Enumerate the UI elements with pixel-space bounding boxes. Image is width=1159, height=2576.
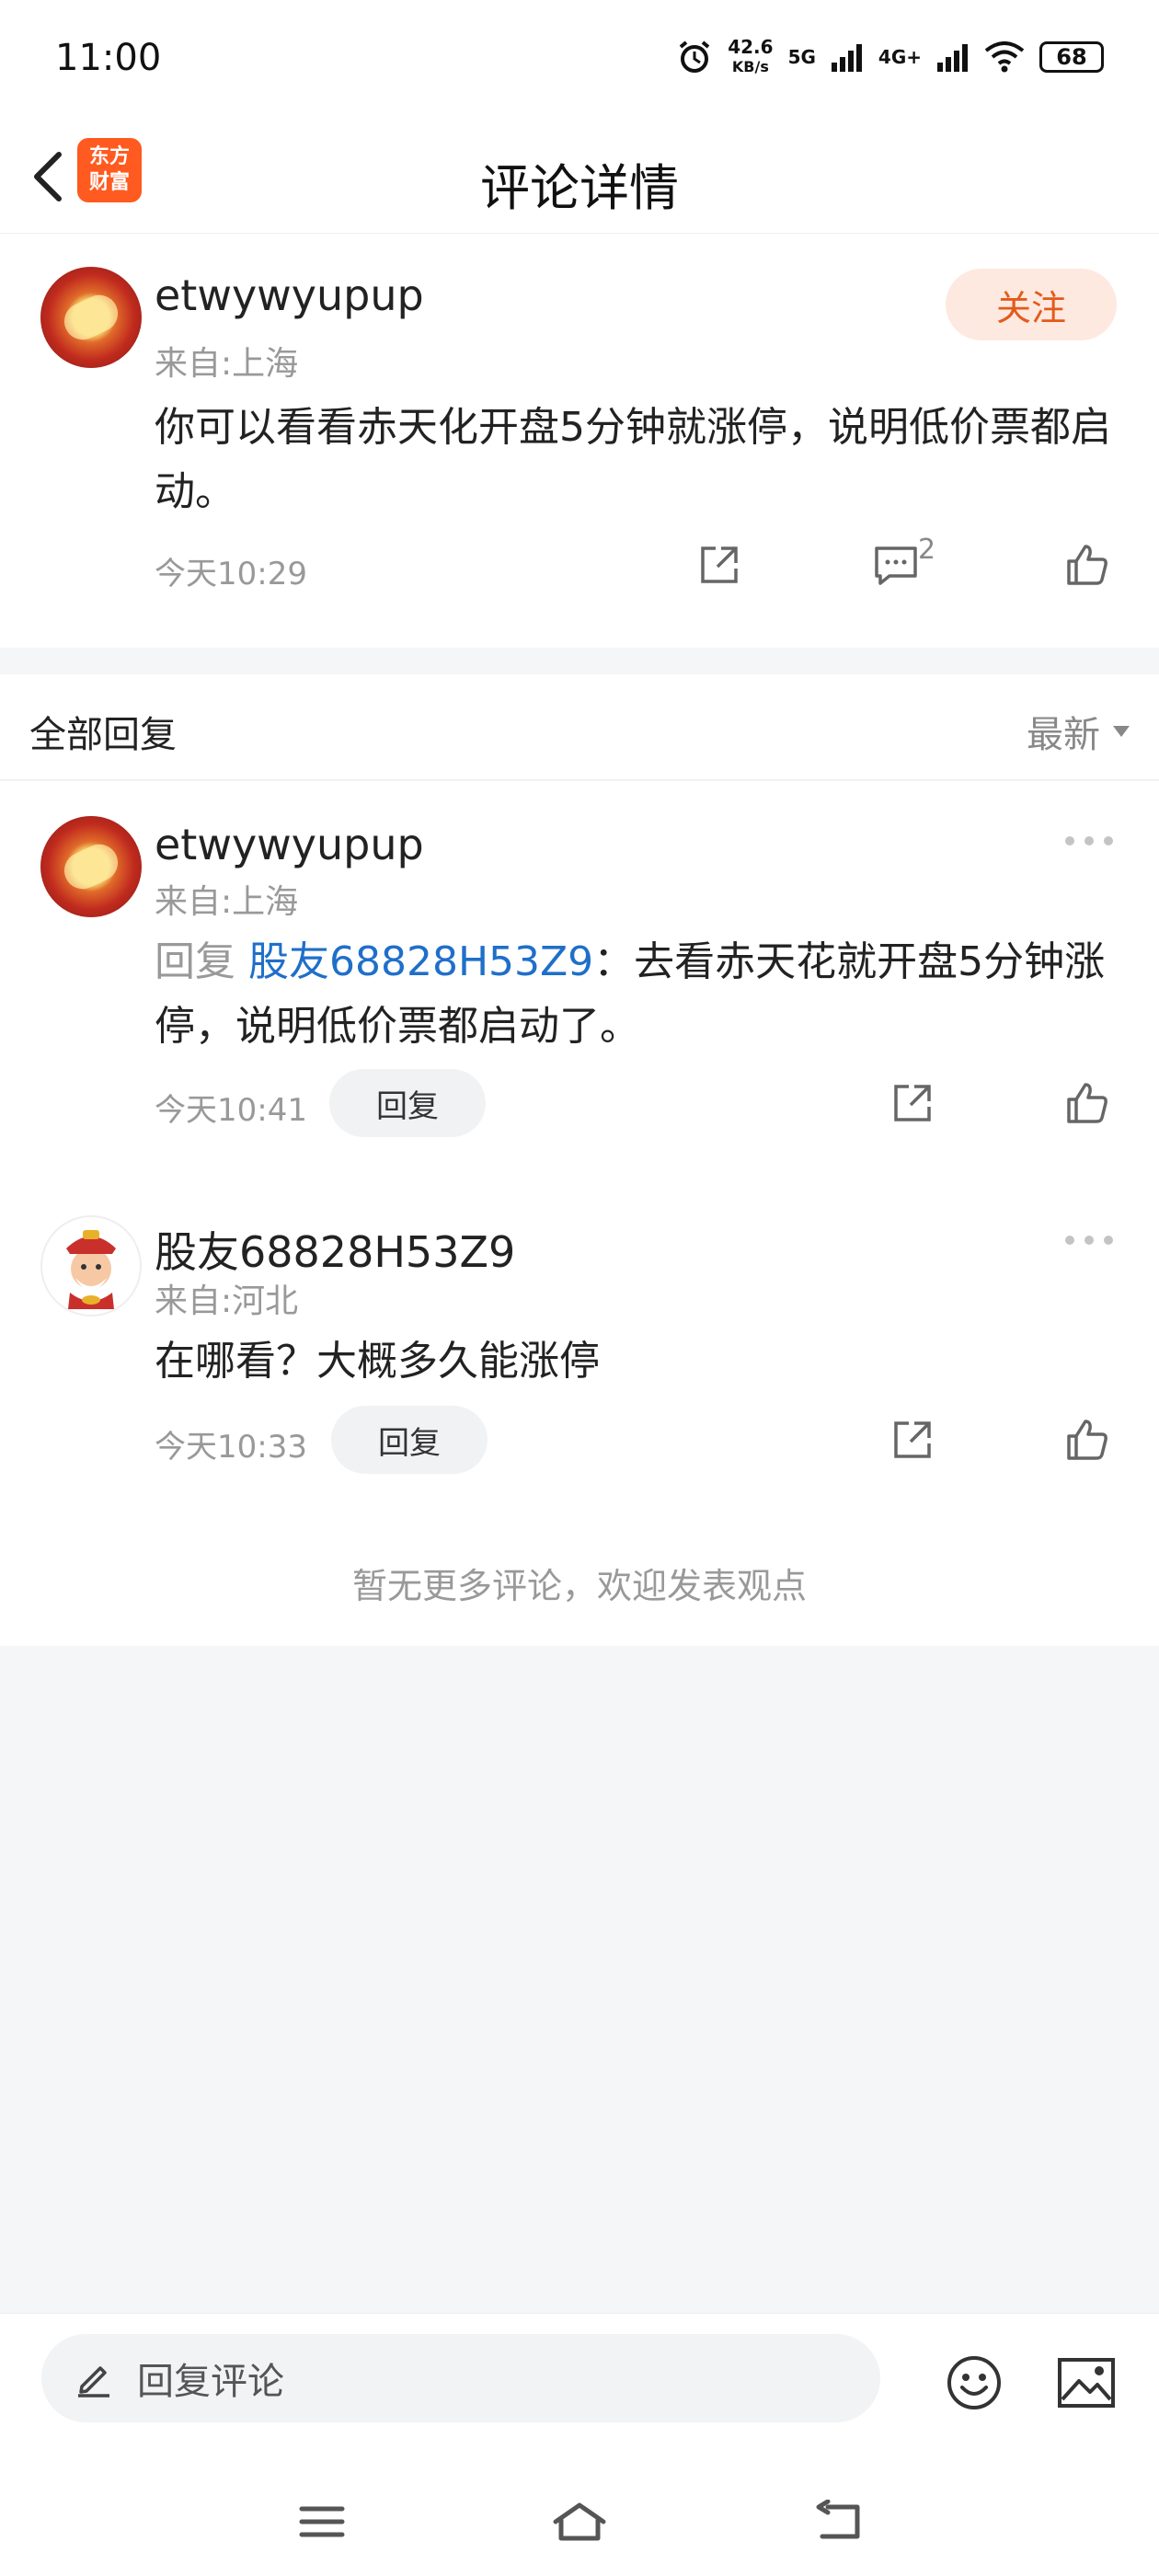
image-button[interactable] — [1054, 2351, 1119, 2415]
comment-time: 今天10:29 — [155, 556, 307, 592]
caret-down-icon — [1113, 726, 1130, 737]
comment-button[interactable] — [868, 537, 924, 592]
fortune-god-avatar-icon — [66, 1230, 116, 1309]
status-icons: 42.6 KB/s 5G 4G+ 68 — [676, 37, 1104, 77]
mention-link[interactable]: 股友68828H53Z9 — [248, 938, 593, 985]
reply-username[interactable]: 股友68828H53Z9 — [155, 1219, 515, 1280]
emoji-icon — [947, 2356, 1001, 2409]
reply-time: 今天10:33 — [155, 1429, 307, 1466]
reply-button[interactable]: 回复 — [331, 1406, 488, 1474]
menu-button[interactable] — [293, 2492, 351, 2551]
all-replies-title: 全部回复 — [29, 714, 177, 756]
menu-icon — [299, 2506, 345, 2537]
avatar[interactable] — [40, 267, 142, 368]
reply-prefix: 回复 — [155, 938, 235, 985]
thumbs-up-icon — [1067, 545, 1107, 585]
share-icon — [701, 546, 738, 583]
share-button[interactable] — [692, 537, 747, 592]
alarm-icon — [679, 40, 710, 73]
reply-content: 在哪看？大概多久能涨停 — [155, 1338, 600, 1385]
share-button[interactable] — [885, 1412, 940, 1467]
page-title: 评论详情 — [480, 159, 679, 217]
reply-input-placeholder: 回复评论 — [137, 2361, 284, 2403]
replies-list: etwywyupup 来自:上海 回复 股友68828H53Z9：去看赤天花就开… — [0, 781, 1159, 1646]
comment-content: 你可以看看赤天化开盘5分钟就涨停，说明低价票都启动。 — [155, 404, 1111, 515]
wifi-icon — [984, 41, 1025, 73]
like-button[interactable] — [1060, 1412, 1115, 1467]
signal-icon — [831, 44, 862, 72]
follow-button[interactable]: 关注 — [946, 269, 1117, 340]
back-nav-button[interactable] — [809, 2492, 868, 2551]
comment-icon — [875, 546, 917, 585]
avatar[interactable] — [40, 1215, 142, 1317]
battery-indicator: 68 — [1039, 41, 1104, 73]
reply-time: 今天10:41 — [155, 1092, 307, 1129]
comment-location: 来自:上海 — [155, 345, 299, 383]
bottom-bar: 回复评论 — [0, 2313, 1159, 2576]
system-nav-bar — [0, 2479, 1159, 2562]
reply-count: 2 — [918, 534, 936, 566]
net-4g-label: 4G+ — [878, 46, 922, 68]
thumbs-up-icon — [1067, 1420, 1107, 1460]
pencil-icon — [78, 2366, 109, 2398]
share-icon — [894, 1421, 931, 1458]
no-more-comments-note: 暂无更多评论，欢迎发表观点 — [351, 1566, 807, 1606]
sort-dropdown[interactable]: 最新 — [1027, 705, 1130, 758]
more-options-button[interactable] — [1065, 836, 1113, 847]
image-icon — [1058, 2358, 1115, 2408]
status-bar: 11:00 42.6 KB/s 5G 4G+ 68 — [0, 0, 1159, 120]
avatar[interactable] — [40, 816, 142, 917]
net-5g-label: 5G — [787, 46, 816, 68]
thumbs-up-icon — [1067, 1083, 1107, 1123]
reply-location: 来自:上海 — [155, 883, 299, 921]
signal-icon — [937, 44, 968, 72]
reply-button[interactable]: 回复 — [329, 1069, 486, 1137]
status-time: 11:00 — [55, 37, 162, 79]
share-icon — [894, 1085, 931, 1121]
main-comment: etwywyupup 来自:上海 关注 你可以看看赤天化开盘5分钟就涨停，说明低… — [0, 234, 1159, 648]
reply-location: 来自:河北 — [155, 1282, 299, 1320]
reply-username[interactable]: etwywyupup — [155, 820, 424, 869]
share-button[interactable] — [885, 1075, 940, 1131]
home-icon — [553, 2502, 606, 2541]
home-button[interactable] — [550, 2492, 609, 2551]
replies-header: 全部回复 最新 — [0, 674, 1159, 780]
return-icon — [816, 2500, 860, 2539]
reply-comment-input[interactable]: 回复评论 — [41, 2334, 880, 2422]
emoji-button[interactable] — [942, 2351, 1006, 2415]
like-button[interactable] — [1060, 1075, 1115, 1131]
reply-content: 回复 股友68828H53Z9：去看赤天花就开盘5分钟涨停，说明低价票都启动了。 — [155, 930, 1130, 1059]
like-button[interactable] — [1060, 537, 1115, 592]
comment-username[interactable]: etwywyupup — [155, 270, 424, 320]
more-options-button[interactable] — [1065, 1236, 1113, 1247]
nav-bar: 东方 财富 评论详情 — [0, 120, 1159, 234]
net-speed: 42.6 KB/s — [728, 36, 774, 75]
sort-label: 最新 — [1027, 714, 1100, 756]
